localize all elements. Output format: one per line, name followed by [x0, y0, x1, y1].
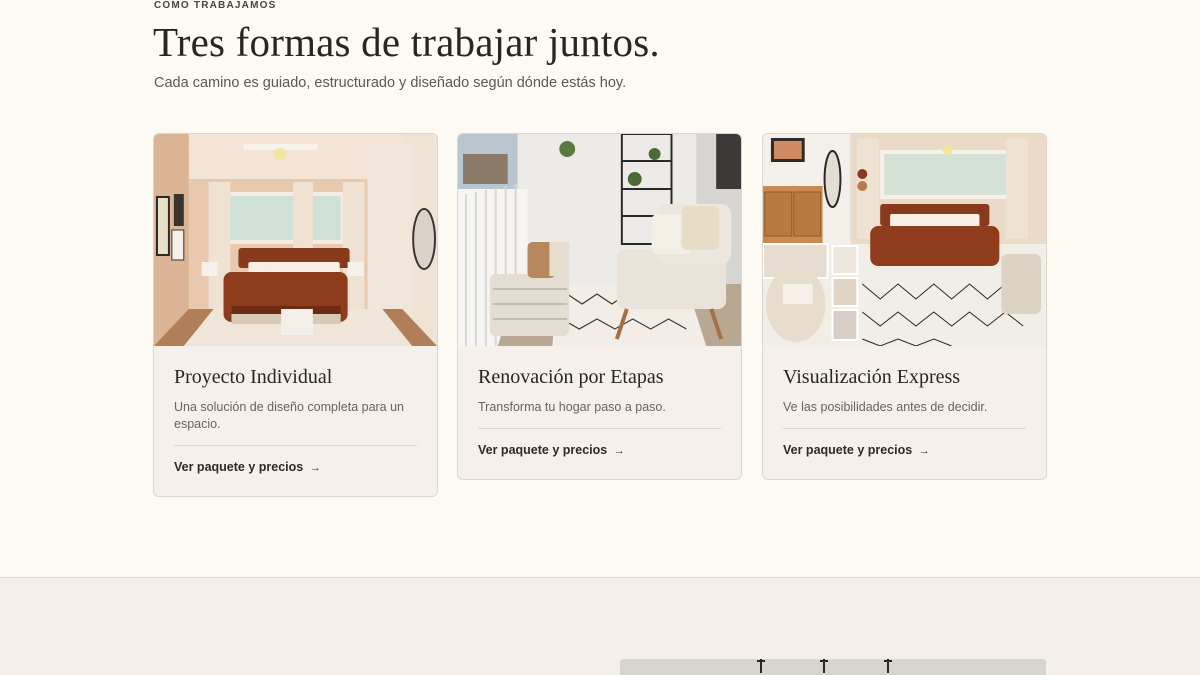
balcony-photo — [458, 134, 741, 346]
package-card-individual[interactable]: Proyecto Individual Una solución de dise… — [153, 133, 438, 497]
arrow-right-icon: → — [613, 445, 625, 457]
card-title: Visualización Express — [783, 366, 961, 388]
arrow-right-icon: → — [309, 462, 321, 474]
pendant-lamp-icon — [757, 659, 765, 673]
bedroom-photo — [154, 134, 437, 346]
link-label: Ver paquete y precios — [174, 460, 304, 474]
pendant-lamp-icon — [820, 659, 828, 673]
card-title: Renovación por Etapas — [478, 366, 664, 388]
eyebrow-label: CÓMO TRABAJAMOS — [154, 0, 277, 11]
section-title: Tres formas de trabajar juntos. — [153, 19, 660, 65]
link-label: Ver paquete y precios — [478, 443, 608, 457]
arrow-right-icon: → — [918, 445, 930, 457]
card-divider — [783, 428, 1026, 429]
card-title: Proyecto Individual — [174, 366, 333, 388]
view-package-link[interactable]: Ver paquete y precios → — [478, 443, 721, 457]
moodboard-photo — [763, 134, 1046, 346]
link-label: Ver paquete y precios — [783, 443, 913, 457]
card-divider — [478, 428, 721, 429]
card-description: Una solución de diseño completa para un … — [174, 400, 405, 431]
view-package-link[interactable]: Ver paquete y precios → — [783, 443, 1026, 457]
pendant-lamp-icon — [884, 659, 892, 673]
package-card-express[interactable]: Visualización Express Ve las posibilidad… — [762, 133, 1047, 480]
card-description: Ve las posibilidades antes de decidir. — [783, 400, 988, 414]
card-divider — [174, 445, 417, 446]
card-description: Transforma tu hogar paso a paso. — [478, 400, 666, 414]
next-section — [0, 577, 1200, 675]
kitchen-photo — [620, 659, 1046, 675]
view-package-link[interactable]: Ver paquete y precios → — [174, 460, 417, 474]
package-card-etapas[interactable]: Renovación por Etapas Transforma tu hoga… — [457, 133, 742, 480]
section-subtitle: Cada camino es guiado, estructurado y di… — [154, 75, 627, 91]
